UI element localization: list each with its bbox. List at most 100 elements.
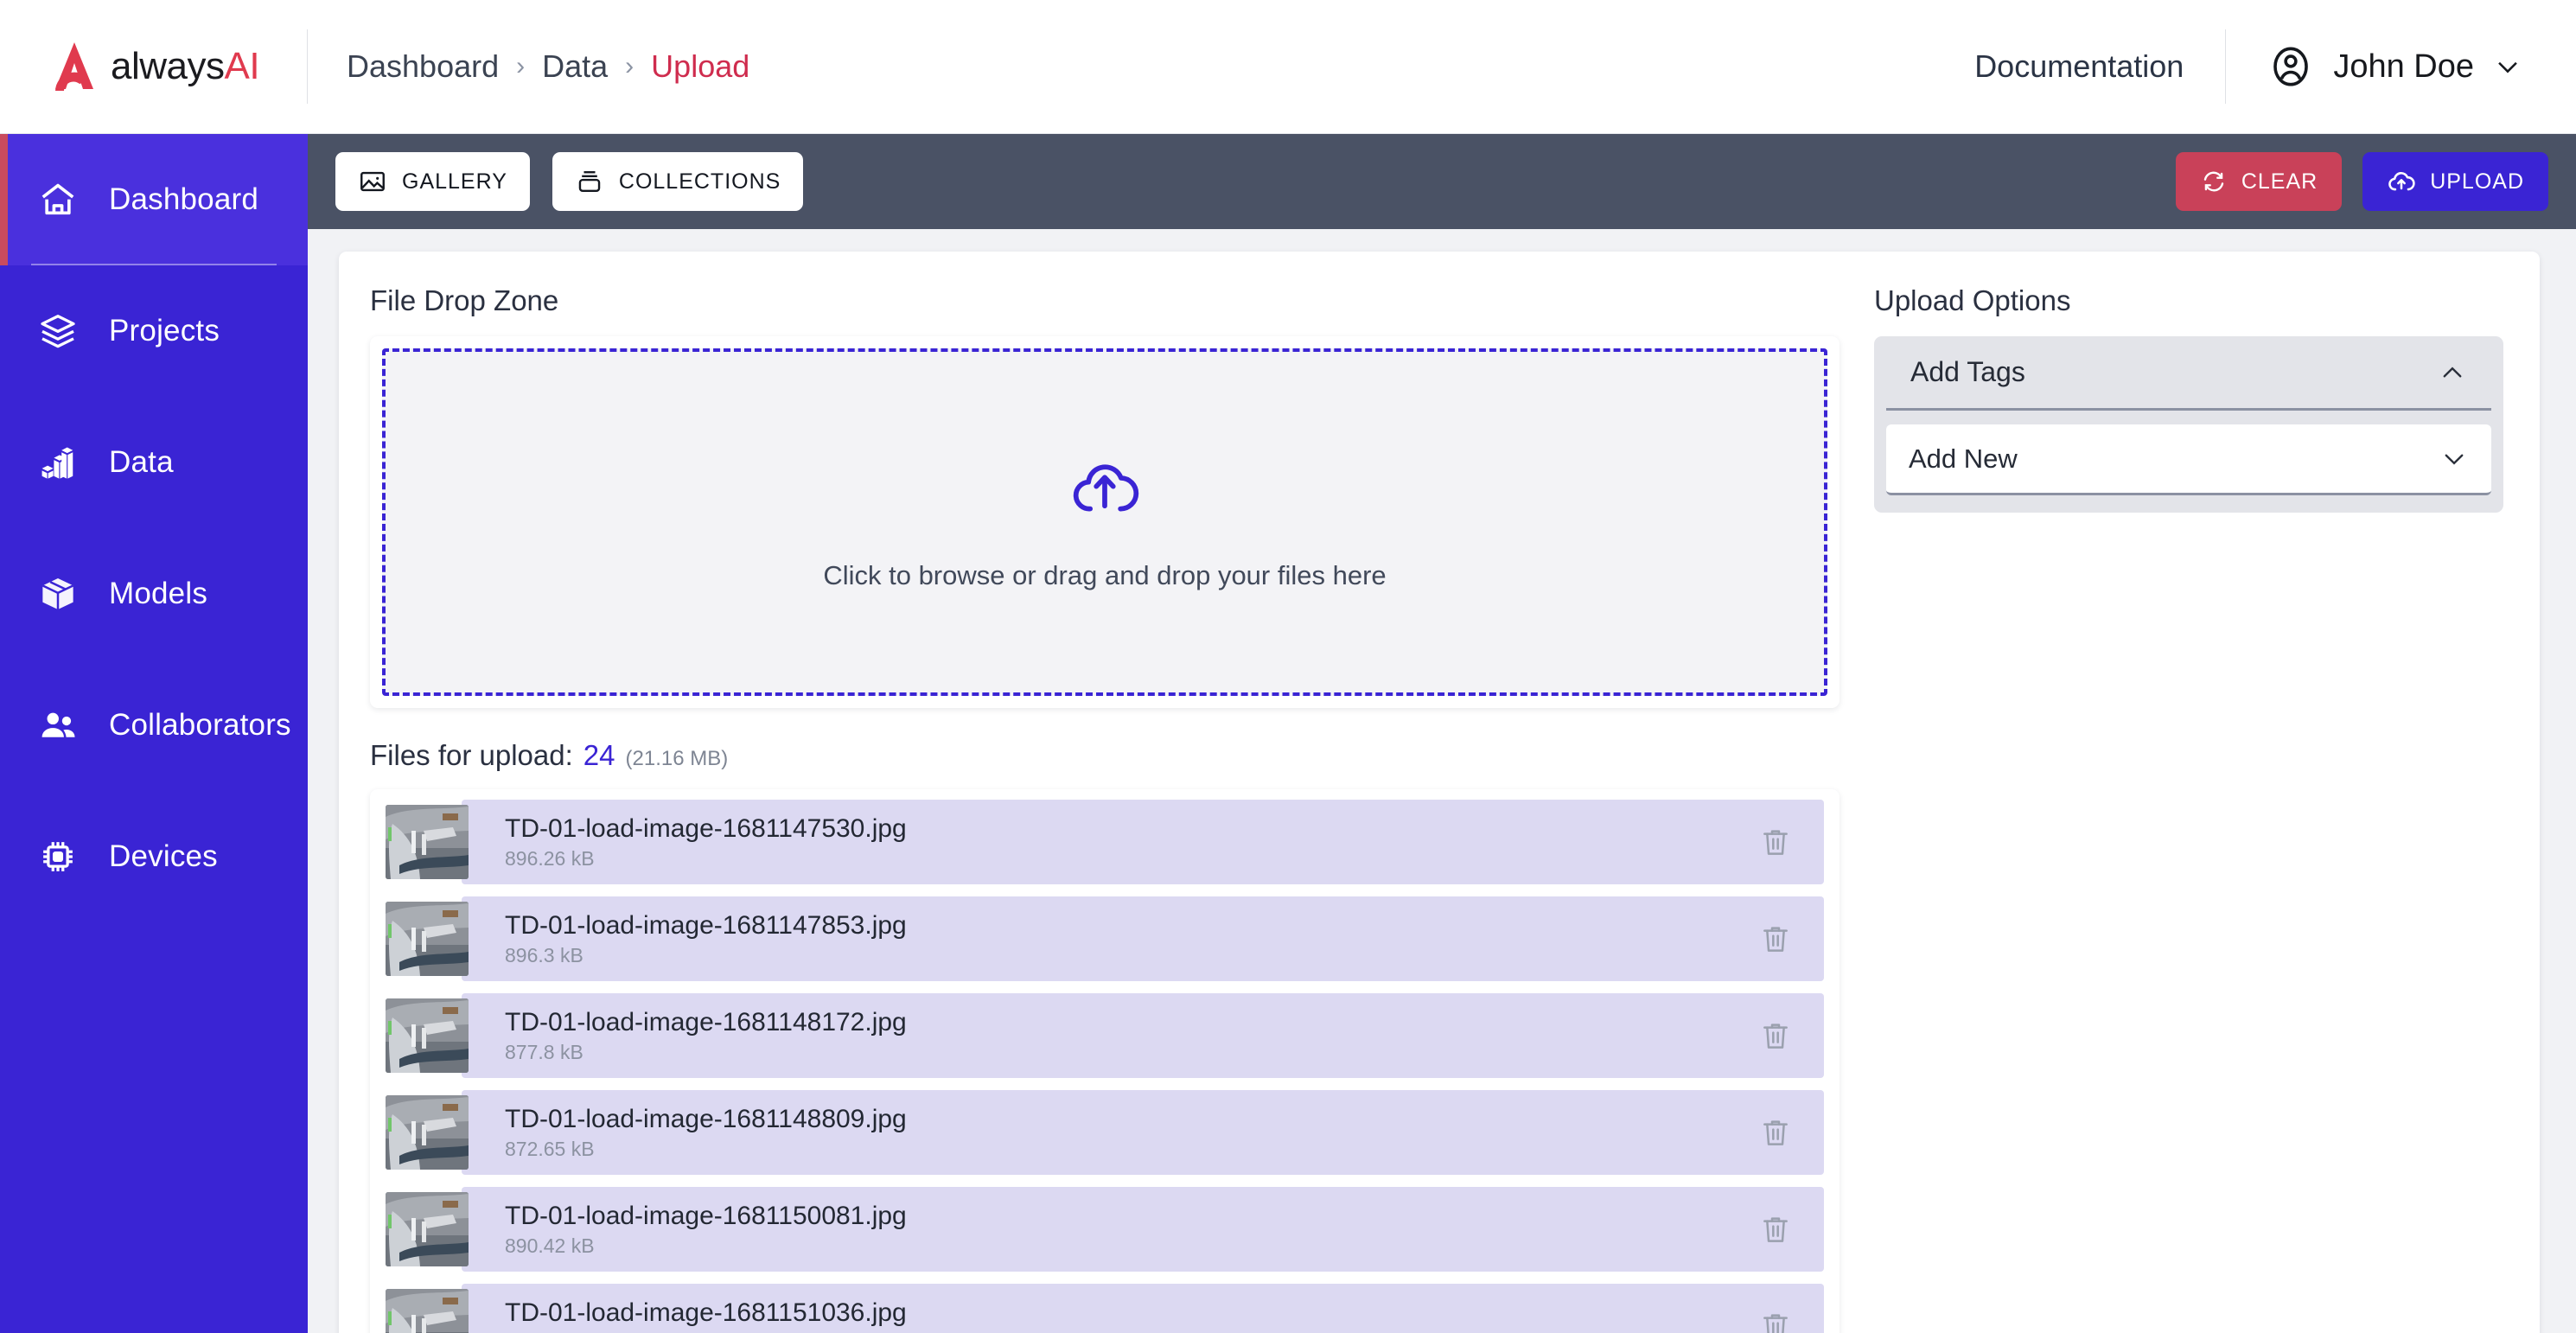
- file-list[interactable]: TD-01-load-image-1681147530.jpg 896.26 k…: [370, 789, 1840, 1333]
- main-content: File Drop Zone Click to browse or drag a…: [308, 229, 2576, 1333]
- delete-file-button[interactable]: [1753, 820, 1798, 864]
- add-tags-body: Add New: [1874, 411, 2503, 513]
- sidebar-item-models[interactable]: Models: [0, 528, 308, 660]
- thumbnail-image: [386, 805, 469, 879]
- package-icon: [41, 577, 74, 610]
- cloud-upload-icon: [1073, 464, 1139, 512]
- file-info: TD-01-load-image-1681147530.jpg 896.26 k…: [505, 815, 907, 870]
- user-name: John Doe: [2333, 48, 2474, 85]
- delete-file-button[interactable]: [1753, 1304, 1798, 1333]
- chevron-down-icon[interactable]: [2439, 444, 2469, 474]
- brand-name-accent: AI: [224, 45, 260, 87]
- file-name: TD-01-load-image-1681148172.jpg: [505, 1007, 907, 1036]
- delete-file-button[interactable]: [1753, 1013, 1798, 1058]
- cloud-upload-icon: [2388, 171, 2415, 191]
- thumbnail-image: [386, 998, 469, 1073]
- delete-file-button[interactable]: [1753, 916, 1798, 961]
- file-size: 877.8 kB: [505, 1041, 583, 1064]
- file-thumbnail: [386, 902, 469, 976]
- sidebar-item-label: Collaborators: [109, 708, 291, 742]
- files-total-size: (21.16 MB): [625, 747, 729, 770]
- thumbnail-image: [386, 902, 469, 976]
- file-size: 872.65 kB: [505, 1138, 595, 1161]
- breadcrumb-item-data[interactable]: Data: [542, 48, 608, 85]
- file-thumbnail: [386, 805, 469, 879]
- add-new-tag-select[interactable]: Add New: [1886, 424, 2491, 495]
- file-name: TD-01-load-image-1681150081.jpg: [505, 1201, 907, 1230]
- brand[interactable]: alwaysAI: [0, 41, 307, 92]
- add-new-tag-value: Add New: [1909, 443, 2018, 474]
- file-name: TD-01-load-image-1681147530.jpg: [505, 813, 907, 843]
- list-item[interactable]: TD-01-load-image-1681147853.jpg 896.3 kB: [386, 896, 1824, 981]
- upload-button-label: UPLOAD: [2430, 169, 2524, 194]
- add-tags-header[interactable]: Add Tags: [1886, 336, 2491, 411]
- thumbnail-image: [386, 1289, 469, 1333]
- sidebar-item-dashboard[interactable]: Dashboard: [0, 134, 308, 265]
- file-size: 896.3 kB: [505, 944, 583, 967]
- files-label: Files for upload:: [370, 739, 573, 771]
- add-tags-label: Add Tags: [1910, 356, 2025, 387]
- upload-button[interactable]: UPLOAD: [2362, 152, 2548, 211]
- breadcrumb-item-upload[interactable]: Upload: [651, 48, 749, 85]
- file-name: TD-01-load-image-1681147853.jpg: [505, 910, 907, 940]
- tab-collections[interactable]: COLLECTIONS: [552, 152, 804, 211]
- add-tags-panel: Add Tags Add New: [1874, 336, 2503, 513]
- file-row-body: TD-01-load-image-1681150081.jpg 890.42 k…: [462, 1187, 1824, 1272]
- sidebar-item-data[interactable]: Data: [0, 397, 308, 528]
- delete-file-button[interactable]: [1753, 1110, 1798, 1155]
- file-name: TD-01-load-image-1681148809.jpg: [505, 1104, 907, 1133]
- file-row-body: TD-01-load-image-1681147853.jpg 896.3 kB: [462, 896, 1824, 981]
- trash-icon: [1763, 830, 1788, 855]
- chevron-down-icon[interactable]: [2493, 52, 2522, 81]
- sidebar-item-devices[interactable]: Devices: [0, 791, 308, 922]
- thumbnail-image: [386, 1095, 469, 1170]
- chevron-right-icon: ›: [625, 52, 634, 80]
- trash-icon: [1763, 927, 1788, 952]
- file-thumbnail: [386, 1289, 469, 1333]
- drop-zone-card: Click to browse or drag and drop your fi…: [370, 336, 1840, 708]
- trash-icon: [1763, 1120, 1788, 1145]
- list-item[interactable]: TD-01-load-image-1681148809.jpg 872.65 k…: [386, 1090, 1824, 1175]
- chevron-up-icon[interactable]: [2438, 358, 2467, 387]
- home-icon: [41, 183, 74, 215]
- tab-collections-label: COLLECTIONS: [618, 169, 781, 194]
- sidebar: Dashboard Projects Data Models Collabora…: [0, 134, 308, 1333]
- file-row-body: TD-01-load-image-1681148809.jpg 872.65 k…: [462, 1090, 1824, 1175]
- top-header: alwaysAI Dashboard › Data › Upload Docum…: [0, 0, 2576, 134]
- list-item[interactable]: TD-01-load-image-1681148172.jpg 877.8 kB: [386, 993, 1824, 1078]
- app-root: alwaysAI Dashboard › Data › Upload Docum…: [0, 0, 2576, 1333]
- trash-icon: [1763, 1217, 1788, 1242]
- clear-button[interactable]: CLEAR: [2175, 152, 2343, 211]
- people-icon: [41, 712, 75, 737]
- trash-icon: [1763, 1314, 1788, 1333]
- content-toolbar: GALLERY COLLECTIONS CLEAR UPLOAD: [308, 134, 2576, 229]
- header-right: Documentation John Doe: [1974, 29, 2576, 104]
- file-info: TD-01-load-image-1681151036.jpg 889.21 k…: [505, 1299, 907, 1333]
- sidebar-item-label: Data: [109, 445, 174, 479]
- sidebar-item-label: Models: [109, 577, 208, 610]
- sidebar-item-collaborators[interactable]: Collaborators: [0, 660, 308, 791]
- thumbnail-image: [386, 1192, 469, 1266]
- list-item[interactable]: TD-01-load-image-1681147530.jpg 896.26 k…: [386, 800, 1824, 884]
- tab-gallery[interactable]: GALLERY: [335, 152, 530, 211]
- drop-zone-hint: Click to browse or drag and drop your fi…: [823, 560, 1387, 590]
- sidebar-item-projects[interactable]: Projects: [0, 265, 308, 397]
- file-name: TD-01-load-image-1681151036.jpg: [505, 1298, 907, 1327]
- alwaysai-logo-icon: [55, 42, 93, 91]
- delete-file-button[interactable]: [1753, 1207, 1798, 1252]
- user-menu[interactable]: John Doe: [2226, 43, 2522, 90]
- refresh-icon: [2203, 171, 2224, 192]
- file-size: 890.42 kB: [505, 1234, 595, 1258]
- files-for-upload-header: Files for upload: 24 (21.16 MB): [370, 739, 1840, 772]
- documentation-link[interactable]: Documentation: [1974, 48, 2225, 85]
- breadcrumb-item-dashboard[interactable]: Dashboard: [347, 48, 499, 85]
- file-thumbnail: [386, 1095, 469, 1170]
- file-info: TD-01-load-image-1681148809.jpg 872.65 k…: [505, 1106, 907, 1160]
- boxes-icon: [41, 447, 73, 479]
- list-item[interactable]: TD-01-load-image-1681151036.jpg 889.21 k…: [386, 1284, 1824, 1333]
- file-drop-zone[interactable]: Click to browse or drag and drop your fi…: [382, 348, 1827, 696]
- upload-options-column: Upload Options Add Tags Add New: [1874, 284, 2503, 1333]
- file-info: TD-01-load-image-1681148172.jpg 877.8 kB: [505, 1009, 907, 1063]
- list-item[interactable]: TD-01-load-image-1681150081.jpg 890.42 k…: [386, 1187, 1824, 1272]
- clear-button-label: CLEAR: [2241, 169, 2318, 194]
